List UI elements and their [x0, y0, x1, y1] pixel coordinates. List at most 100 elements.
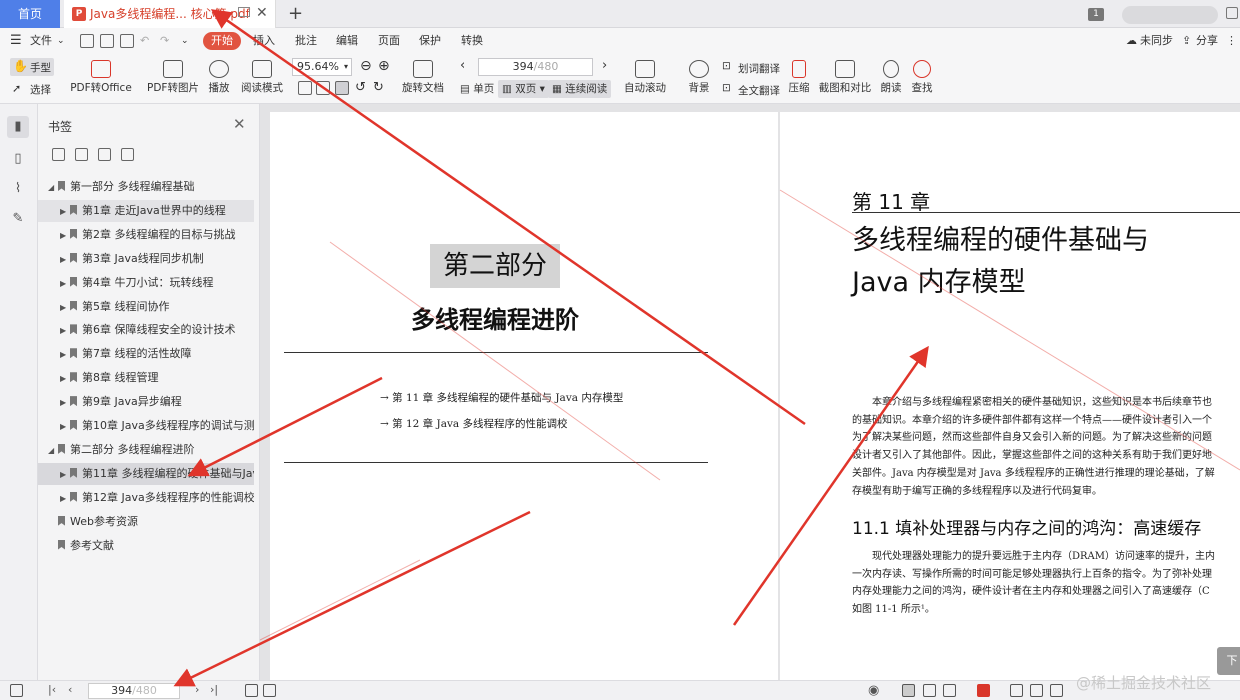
last-page-icon[interactable]: ›|	[210, 683, 218, 696]
bookmark-close-icon[interactable]: ✕	[233, 115, 246, 133]
print-icon[interactable]	[120, 34, 134, 48]
auto-scroll-button[interactable]: 自动滚动	[620, 60, 670, 95]
continuous-read-button[interactable]: ▦ 连续阅读	[548, 80, 612, 98]
zoom-dropdown-icon[interactable]: ▾	[344, 59, 348, 75]
bookmark-item[interactable]: ▶ 第9章 Java异步编程	[38, 391, 254, 413]
bookmark-item[interactable]: ▶ 第10章 Java多线程程序的调试与测试	[38, 415, 254, 437]
cloud-sync-icon[interactable]: ☁	[1126, 32, 1137, 50]
bookmark-item[interactable]: ▶ 第11章 多线程编程的硬件基础与Java内存模型	[38, 462, 254, 485]
select-tool-button[interactable]: ➚ 选择	[12, 81, 51, 96]
signature-icon[interactable]: ✎	[7, 208, 29, 230]
bookmark-panel-icon[interactable]: ▮	[7, 116, 29, 138]
window-control-icon[interactable]	[1226, 7, 1238, 19]
tab-pin-icon[interactable]	[238, 7, 250, 17]
bookmark-item[interactable]: ▶ 第8章 线程管理	[38, 367, 254, 389]
expand-right-icon[interactable]: ▶	[60, 488, 70, 509]
undo-icon[interactable]: ↶	[140, 32, 149, 50]
fit-width-icon[interactable]	[316, 81, 330, 95]
expand-down-icon[interactable]: ◢	[48, 177, 58, 198]
expand-right-icon[interactable]: ▶	[60, 249, 70, 270]
open-folder-icon[interactable]	[80, 34, 94, 48]
expand-right-icon[interactable]: ▶	[60, 320, 70, 341]
full-translate-icon[interactable]: ⊡	[722, 82, 731, 94]
menu-convert[interactable]: 转换	[461, 32, 483, 50]
fullscreen-icon[interactable]	[1030, 684, 1043, 697]
bookmark-item[interactable]: ◢ 第二部分 多线程编程进阶	[38, 439, 254, 461]
bookmark-item[interactable]: Web参考资源	[38, 511, 254, 533]
fit-page-status-icon[interactable]	[1010, 684, 1023, 697]
add-bookmark-icon[interactable]	[98, 148, 111, 161]
attachment-icon[interactable]: ⌇	[7, 178, 29, 200]
bookmark-item[interactable]: ◢ 第一部分 多线程编程基础	[38, 176, 254, 198]
zoom-out-icon[interactable]: ⊖	[360, 58, 372, 74]
fit-icon[interactable]	[245, 684, 258, 697]
expand-right-icon[interactable]: ▶	[60, 392, 70, 413]
eye-protection-icon[interactable]: ◉	[868, 683, 879, 698]
expand-right-icon[interactable]: ▶	[60, 225, 70, 246]
fit-width-status-icon[interactable]	[1050, 684, 1063, 697]
zoom-input[interactable]: 95.64% ▾	[292, 58, 352, 76]
sidebar-toggle-icon[interactable]	[10, 684, 23, 697]
expand-right-icon[interactable]: ▶	[60, 464, 70, 485]
menu-file[interactable]: 文件	[30, 32, 52, 50]
next-page-icon[interactable]: ›	[602, 58, 607, 73]
window-count-badge[interactable]: 1	[1088, 8, 1104, 21]
rotate-document-button[interactable]: 旋转文档	[400, 60, 446, 95]
thumbnail-panel-icon[interactable]: ▯	[7, 148, 29, 170]
view-mode-single-icon[interactable]	[902, 684, 915, 697]
next-page-status-icon[interactable]: ›	[195, 683, 199, 696]
expand-down-icon[interactable]: ◢	[48, 440, 58, 461]
menu-edit[interactable]: 编辑	[336, 32, 358, 50]
prev-page-icon[interactable]: ‹	[460, 58, 465, 73]
add-tab-icon[interactable]: +	[288, 3, 303, 24]
screenshot-compare-button[interactable]: 截图和对比	[818, 60, 872, 95]
pdf-to-office-button[interactable]: PDF转Office	[68, 60, 134, 95]
single-page-button[interactable]: ▤ 单页	[456, 80, 498, 98]
more-icon[interactable]: ⋮	[1226, 32, 1237, 50]
word-translate-icon[interactable]: ⊡	[722, 60, 731, 72]
expand-right-icon[interactable]: ▶	[60, 297, 70, 318]
menu-annotate[interactable]: 批注	[295, 32, 317, 50]
chevron-down-icon[interactable]: ⌄	[57, 32, 65, 50]
status-page-input[interactable]: 394/480	[88, 683, 180, 699]
redo-icon[interactable]: ↷	[160, 32, 169, 50]
find-button[interactable]: 查找	[909, 60, 935, 95]
bookmark-icon[interactable]	[121, 148, 134, 161]
toc-entry[interactable]: → 第 11 章 多线程编程的硬件基础与 Java 内存模型	[380, 390, 623, 405]
view-mode-double-icon[interactable]	[923, 684, 936, 697]
read-aloud-button[interactable]: 朗读	[878, 60, 904, 95]
toc-entry[interactable]: → 第 12 章 Java 多线程程序的性能调校	[380, 416, 568, 431]
tab-home[interactable]: 首页	[0, 0, 60, 28]
double-page-button[interactable]: ▥ 双页 ▾	[498, 80, 549, 98]
quick-access-dropdown-icon[interactable]: ⌄	[181, 32, 189, 50]
collapse-all-icon[interactable]	[75, 148, 88, 161]
user-account-area[interactable]	[1122, 6, 1218, 24]
first-page-icon[interactable]: |‹	[48, 683, 56, 696]
rotate-left-icon[interactable]: ↺	[355, 80, 366, 95]
compress-button[interactable]: 压缩	[786, 60, 812, 95]
menu-insert[interactable]: 插入	[253, 32, 275, 50]
bookmark-item[interactable]: ▶ 第2章 多线程编程的目标与挑战	[38, 224, 254, 246]
expand-right-icon[interactable]: ▶	[60, 368, 70, 389]
bookmark-item[interactable]: ▶ 第6章 保障线程安全的设计技术	[38, 319, 254, 341]
actual-size-icon[interactable]	[298, 81, 312, 95]
page-number-input[interactable]: 394/480	[478, 58, 593, 76]
unsync-label[interactable]: 未同步	[1140, 32, 1173, 50]
share-icon[interactable]: ⇪	[1182, 32, 1191, 50]
pdf-to-image-button[interactable]: PDF转图片	[146, 60, 200, 95]
view-mode-continuous-icon[interactable]	[943, 684, 956, 697]
tab-close-icon[interactable]: ✕	[256, 5, 268, 21]
rotate-right-icon[interactable]: ↻	[373, 80, 384, 95]
save-icon[interactable]	[100, 34, 114, 48]
bookmark-item[interactable]: ▶ 第1章 走近Java世界中的线程	[38, 199, 254, 222]
expand-right-icon[interactable]: ▶	[60, 416, 70, 437]
play-button[interactable]: 播放	[204, 60, 234, 95]
word-translate-button[interactable]: 划词翻译	[738, 61, 780, 76]
bookmark-item[interactable]: ▶ 第3章 Java线程同步机制	[38, 248, 254, 270]
bookmark-item[interactable]: ▶ 第4章 牛刀小试：玩转线程	[38, 272, 254, 294]
prev-page-status-icon[interactable]: ‹	[68, 683, 72, 696]
bookmark-item[interactable]: ▶ 第7章 线程的活性故障	[38, 343, 254, 365]
expand-right-icon[interactable]: ▶	[60, 344, 70, 365]
menu-protect[interactable]: 保护	[419, 32, 441, 50]
fit-page-icon[interactable]	[335, 81, 349, 95]
